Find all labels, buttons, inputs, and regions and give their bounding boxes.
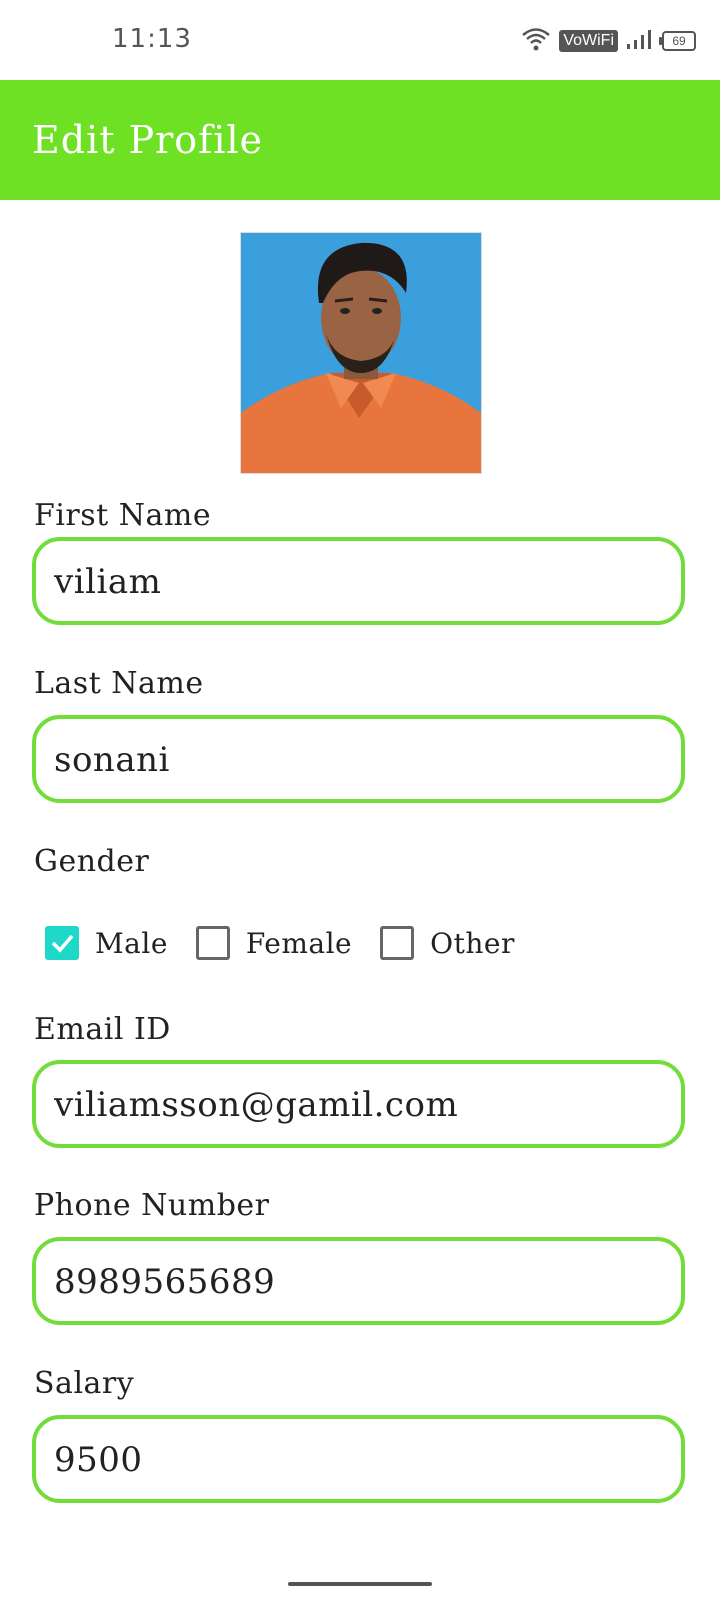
vowifi-indicator: VoWiFi [559,30,618,52]
other-checkbox[interactable] [380,926,415,960]
check-icon [51,934,74,953]
battery-icon: 69 [659,31,696,51]
salary-label: Salary [34,1366,135,1401]
other-label: Other [430,926,515,960]
first-name-label: First Name [34,498,212,533]
wifi-icon [521,26,551,56]
male-label: Male [95,926,168,960]
status-time: 11:13 [112,24,192,54]
email-input[interactable] [52,1064,656,1146]
last-name-input[interactable] [52,719,656,801]
gender-options: Male Female Other [45,926,543,960]
female-checkbox[interactable] [195,926,230,960]
first-name-input[interactable] [52,541,656,623]
status-bar: 11:13 VoWiFi 69 [0,0,720,80]
signal-icon [626,28,654,54]
male-checkbox[interactable] [45,926,79,960]
last-name-field[interactable] [32,715,685,803]
profile-photo[interactable] [240,232,482,474]
email-label: Email ID [34,1012,171,1047]
phone-field[interactable] [32,1237,685,1325]
salary-input[interactable] [52,1419,656,1501]
salary-field[interactable] [32,1415,685,1503]
gender-label: Gender [34,844,150,879]
status-icons: VoWiFi 69 [521,26,696,56]
last-name-label: Last Name [34,666,204,701]
female-label: Female [245,926,353,960]
gesture-nav-handle[interactable] [288,1582,432,1586]
email-field[interactable] [32,1060,685,1148]
first-name-field[interactable] [32,537,685,625]
phone-input[interactable] [52,1241,656,1323]
gender-option-male[interactable]: Male [45,926,168,960]
gender-option-other[interactable]: Other [380,926,515,960]
page-title: Edit Profile [32,118,264,162]
gender-option-female[interactable]: Female [195,926,353,960]
phone-label: Phone Number [34,1188,270,1223]
app-bar: Edit Profile [0,80,720,200]
